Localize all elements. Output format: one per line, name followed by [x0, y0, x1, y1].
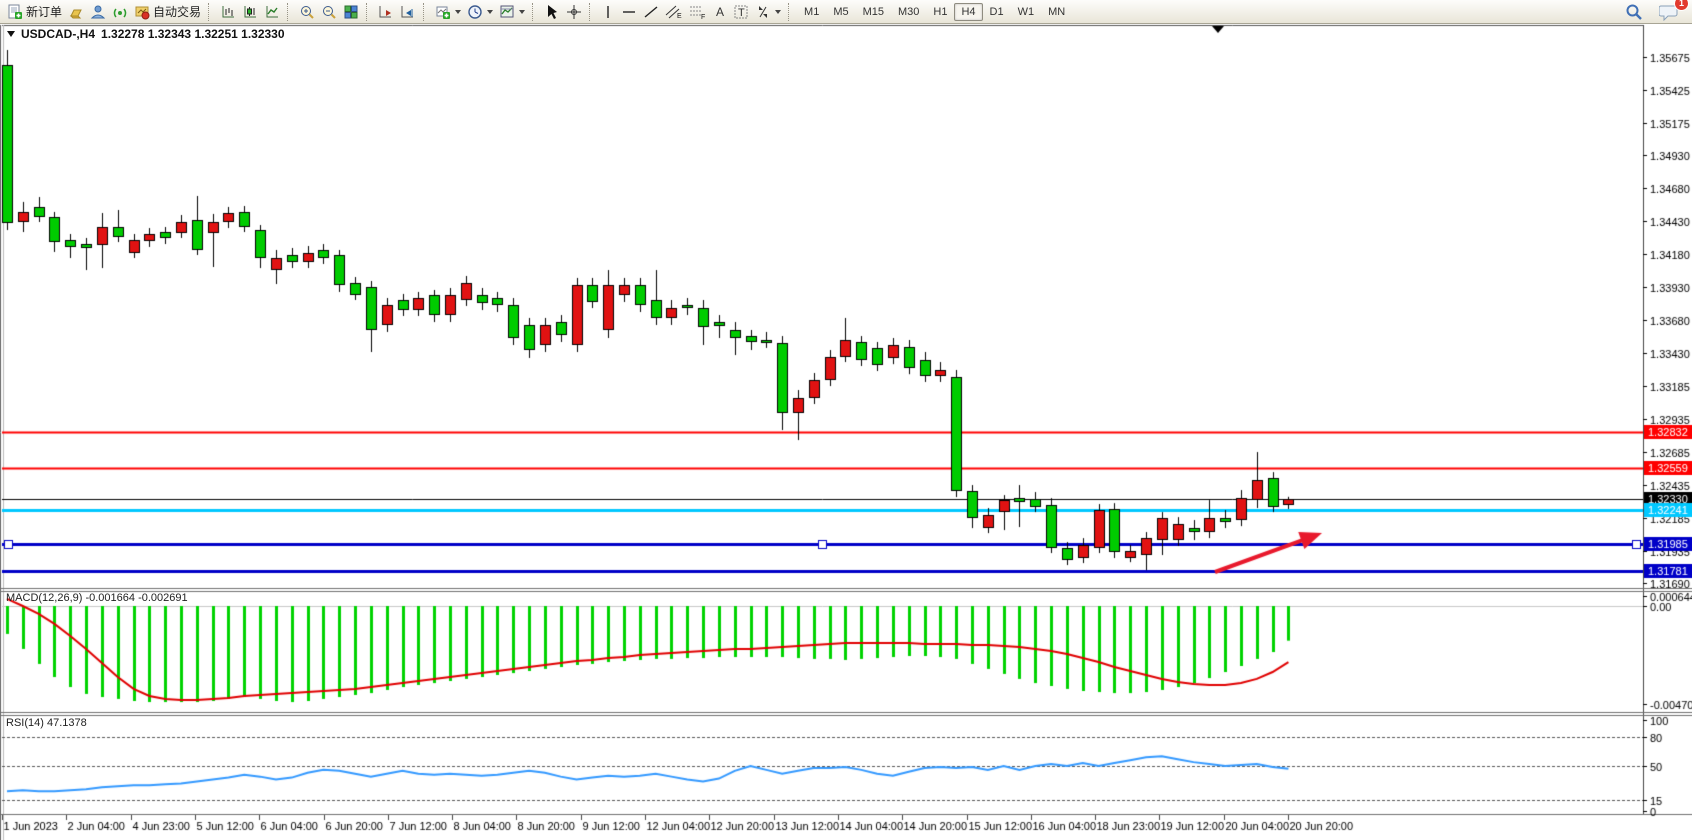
bar-chart-button[interactable]: [217, 1, 239, 23]
tab-d1[interactable]: D1: [983, 3, 1011, 21]
tab-h1[interactable]: H1: [926, 3, 954, 21]
indicators-icon: [435, 4, 451, 20]
toolbar-separator: [366, 3, 371, 21]
toolbar-separator: [589, 3, 594, 21]
svg-text:T: T: [738, 7, 745, 19]
toolbar-separator: [532, 3, 537, 21]
auto-scroll-button[interactable]: [375, 1, 397, 23]
svg-text:F: F: [701, 14, 705, 20]
text-label-button[interactable]: T: [730, 1, 752, 23]
tab-w1[interactable]: W1: [1011, 3, 1042, 21]
chart-shift-button[interactable]: [397, 1, 419, 23]
cursor-icon: [544, 4, 560, 20]
template-icon: [499, 4, 515, 20]
new-order-button[interactable]: 新订单: [4, 1, 65, 23]
svg-text:A: A: [716, 5, 724, 19]
tab-m30[interactable]: M30: [891, 3, 926, 21]
channel-icon: E: [665, 4, 683, 20]
signal-icon: [112, 4, 128, 20]
crosshair-icon: [566, 4, 582, 20]
ohlc-values: 1.32278 1.32343 1.32251 1.32330: [101, 27, 285, 41]
chart-shift-icon: [400, 4, 416, 20]
toolbar-separator: [208, 3, 213, 21]
tab-mn[interactable]: MN: [1041, 3, 1072, 21]
tab-m5[interactable]: M5: [826, 3, 855, 21]
toolbar-separator: [423, 3, 428, 21]
chart-dropdown-icon: [7, 31, 15, 37]
tile-windows-button[interactable]: [340, 1, 362, 23]
vertical-line-icon: [601, 4, 615, 20]
rsi-indicator-label: RSI(14) 47.1378: [6, 717, 87, 729]
horizontal-line-button[interactable]: [618, 1, 640, 23]
auto-trading-button[interactable]: 自动交易: [131, 1, 204, 23]
horizontal-line-icon: [621, 4, 637, 20]
arrows-button[interactable]: [752, 1, 784, 23]
fibonacci-icon: F: [689, 4, 707, 20]
chart-header[interactable]: USDCAD-,H4 1.32278 1.32343 1.32251 1.323…: [7, 27, 285, 41]
vertical-line-button[interactable]: [598, 1, 618, 23]
chart-canvas[interactable]: [0, 0, 1692, 840]
periods-button[interactable]: [464, 1, 496, 23]
auto-trading-icon: [134, 4, 150, 20]
gold-icon: [68, 4, 84, 20]
text-button[interactable]: A: [710, 1, 730, 23]
text-label-icon: T: [733, 4, 749, 20]
auto-trading-label: 自动交易: [153, 3, 201, 20]
chevron-down-icon: [487, 10, 493, 14]
profile-button[interactable]: [87, 1, 109, 23]
svg-text:E: E: [677, 13, 682, 20]
candlestick-chart-icon: [242, 4, 258, 20]
search-icon: [1625, 3, 1643, 21]
trendline-icon: [643, 4, 659, 20]
zoom-out-button[interactable]: [318, 1, 340, 23]
new-order-label: 新订单: [26, 3, 62, 20]
profile-icon: [90, 4, 106, 20]
main-toolbar: 新订单 自动交易: [0, 0, 1692, 24]
indicators-button[interactable]: [432, 1, 464, 23]
toolbar-right: 1: [1622, 1, 1688, 23]
line-chart-button[interactable]: [261, 1, 283, 23]
search-button[interactable]: [1622, 1, 1646, 23]
trendline-button[interactable]: [640, 1, 662, 23]
templates-button[interactable]: [496, 1, 528, 23]
notifications-button[interactable]: 1: [1656, 1, 1682, 23]
arrows-icon: [755, 4, 771, 20]
text-icon: A: [713, 4, 727, 20]
tab-m15[interactable]: M15: [856, 3, 891, 21]
tile-windows-icon: [343, 4, 359, 20]
chevron-down-icon: [519, 10, 525, 14]
candlestick-chart-button[interactable]: [239, 1, 261, 23]
notification-badge: 1: [1674, 0, 1689, 11]
symbol-period-label: USDCAD-,H4: [21, 27, 95, 41]
clock-icon: [467, 4, 483, 20]
signals-button[interactable]: [109, 1, 131, 23]
line-chart-icon: [264, 4, 280, 20]
macd-indicator-label: MACD(12,26,9) -0.001664 -0.002691: [6, 592, 188, 604]
crosshair-button[interactable]: [563, 1, 585, 23]
new-order-icon: [7, 4, 23, 20]
zoom-out-icon: [321, 4, 337, 20]
bar-chart-icon: [220, 4, 236, 20]
equidistant-channel-button[interactable]: E: [662, 1, 686, 23]
chevron-down-icon: [775, 10, 781, 14]
tab-h4[interactable]: H4: [954, 3, 982, 21]
cursor-button[interactable]: [541, 1, 563, 23]
toolbar-separator: [287, 3, 292, 21]
toolbar-separator: [788, 3, 793, 21]
zoom-in-button[interactable]: [296, 1, 318, 23]
chevron-down-icon: [455, 10, 461, 14]
tab-m1[interactable]: M1: [797, 3, 826, 21]
zoom-in-icon: [299, 4, 315, 20]
styler-button[interactable]: [65, 1, 87, 23]
auto-scroll-icon: [378, 4, 394, 20]
fibonacci-button[interactable]: F: [686, 1, 710, 23]
